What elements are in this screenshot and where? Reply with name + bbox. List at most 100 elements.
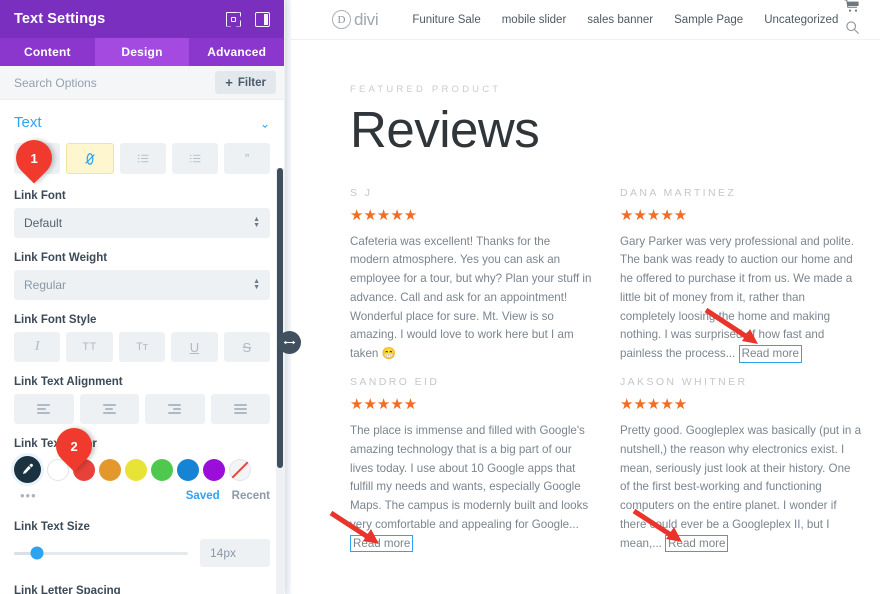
link-font-value: Default (24, 216, 63, 230)
review-author: DANA MARTINEZ (620, 186, 737, 199)
tab-advanced[interactable]: Advanced (189, 38, 284, 66)
tab-content[interactable]: Content (0, 38, 95, 66)
text-section-header[interactable]: Text ⌃ (14, 100, 270, 143)
review-item: JAKSON WHITNER ★★★★★ Pretty good. Google… (620, 376, 880, 553)
review-text: The place is immense and filled with Goo… (350, 422, 592, 553)
panel-tabs: Content Design Advanced (0, 38, 284, 66)
filter-label: Filter (237, 76, 266, 89)
link-font-style-label: Link Font Style (14, 314, 97, 326)
chevron-updown-icon: ▲ ▼ (253, 216, 260, 229)
link-text-size-slider-row: 14px (14, 539, 270, 567)
logo-mark-icon: D (332, 10, 351, 29)
marker-2-label: 2 (70, 438, 78, 454)
site-preview: D divi Funiture Sale mobile slider sales… (284, 0, 880, 594)
tab-design[interactable]: Design (94, 38, 190, 66)
link-text-alignment-label: Link Text Alignment (14, 376, 123, 388)
search-icon[interactable] (845, 20, 860, 40)
link-letter-spacing-label: Link Letter Spacing (14, 585, 121, 594)
plus-icon: + (225, 75, 233, 90)
cart-icon[interactable] (844, 0, 860, 18)
align-left-button[interactable] (14, 394, 74, 424)
align-justify-icon (233, 404, 247, 414)
link-font-select[interactable]: Default ▲ ▼ (14, 208, 270, 238)
nav-links: Funiture Sale mobile slider sales banner… (412, 14, 844, 26)
ordered-list-button[interactable] (172, 143, 218, 174)
focus-icon[interactable] (226, 12, 241, 27)
swatch-blue[interactable] (177, 458, 199, 481)
read-more-link[interactable]: Read more (738, 345, 802, 363)
align-center-button[interactable] (79, 394, 139, 424)
review-body: The place is immense and filled with Goo… (350, 424, 589, 531)
review-author: SANDRO EID (350, 376, 440, 389)
link-text-size-knob[interactable] (30, 546, 44, 560)
swatch-green[interactable] (151, 458, 173, 481)
link-text-size-value[interactable]: 14px (200, 539, 270, 567)
unordered-list-button[interactable] (120, 143, 166, 174)
nav-link-mobile-slider[interactable]: mobile slider (502, 14, 567, 26)
panel-scrollbar-thumb[interactable] (277, 168, 283, 468)
swatch-purple[interactable] (203, 458, 225, 481)
review-text: Cafeteria was excellent! Thanks for the … (350, 233, 592, 364)
nav-link-funiture-sale[interactable]: Funiture Sale (412, 14, 480, 26)
link-text-color-label: Link Text Color (14, 438, 97, 450)
read-more-link[interactable]: Read more (665, 534, 729, 553)
link-font-style-field: Link Font Style I TT Tᴛ U S (14, 314, 271, 362)
link-text-alignment-buttons (14, 394, 270, 424)
nav-link-sales-banner[interactable]: sales banner (587, 14, 653, 26)
swatch-yellow[interactable] (125, 458, 147, 481)
align-right-button[interactable] (145, 394, 205, 424)
link-font-weight-value: Regular (24, 278, 67, 292)
nav-link-sample-page[interactable]: Sample Page (674, 14, 743, 26)
layout-icon[interactable] (255, 11, 270, 27)
swatch-orange[interactable] (99, 458, 121, 481)
filter-button[interactable]: + Filter (215, 71, 276, 94)
italic-button[interactable]: I (14, 332, 61, 362)
strikethrough-button[interactable]: S (223, 332, 271, 362)
link-font-field: Link Font Default ▲ ▼ (14, 190, 270, 238)
chevron-up-icon[interactable]: ⌃ (260, 116, 270, 130)
link-button[interactable] (66, 143, 114, 174)
saved-colors-tab[interactable]: Saved (186, 490, 220, 502)
color-footer: ••• Saved Recent (14, 488, 270, 503)
star-rating-icon: ★★★★★ (620, 206, 688, 224)
review-author: S J (350, 186, 373, 199)
star-rating-icon: ★★★★★ (350, 396, 418, 414)
marker-1-label: 1 (30, 150, 38, 166)
panel-scrollbar[interactable] (276, 168, 284, 594)
resize-handle-icon[interactable] (278, 331, 301, 354)
align-justify-button[interactable] (210, 394, 270, 424)
uppercase-button[interactable]: TT (66, 332, 113, 362)
link-text-size-field: Link Text Size 14px (14, 521, 270, 567)
eyedropper-icon[interactable] (14, 456, 41, 483)
star-rating-icon: ★★★★★ (620, 396, 688, 414)
eyebrow-text: FEATURED PRODUCT (350, 84, 502, 95)
review-body: Pretty good. Googleplex was basically (p… (620, 424, 862, 550)
panel-resize-edge[interactable] (285, 0, 291, 594)
nav-link-uncategorized[interactable]: Uncategorized (764, 14, 838, 26)
review-item: S J ★★★★★ Cafeteria was excellent! Thank… (350, 187, 620, 364)
link-font-weight-select[interactable]: Regular ▲ ▼ (14, 270, 270, 300)
more-options-icon[interactable]: ••• (14, 488, 186, 503)
align-left-icon (37, 404, 51, 414)
small-caps-button[interactable]: Tᴛ (118, 332, 166, 362)
link-text-size-label: Link Text Size (14, 521, 90, 533)
panel-header: Text Settings (0, 0, 284, 38)
page-title: Reviews (350, 101, 540, 158)
blockquote-button[interactable]: ” (224, 143, 270, 174)
underline-button[interactable]: U (171, 332, 218, 362)
read-more-link[interactable]: Read more (350, 534, 414, 553)
search-input[interactable] (14, 75, 216, 90)
recent-colors-tab[interactable]: Recent (232, 490, 270, 502)
link-letter-spacing-field: Link Letter Spacing 0px (14, 585, 270, 594)
site-logo[interactable]: D divi (332, 10, 379, 30)
divi-builder-screen: Text Settings Content Design Advanced + … (0, 0, 880, 594)
nav-icons (844, 0, 860, 40)
review-item: SANDRO EID ★★★★★ The place is immense an… (350, 376, 620, 553)
link-text-size-track[interactable] (14, 546, 188, 560)
reviews-grid: S J ★★★★★ Cafeteria was excellent! Thank… (350, 187, 880, 558)
swatch-none[interactable] (229, 458, 251, 481)
star-rating-icon: ★★★★★ (350, 206, 418, 224)
color-swatch-row (14, 456, 270, 483)
site-navigation: D divi Funiture Sale mobile slider sales… (284, 0, 880, 40)
review-body: Gary Parker was very professional and po… (620, 234, 854, 361)
